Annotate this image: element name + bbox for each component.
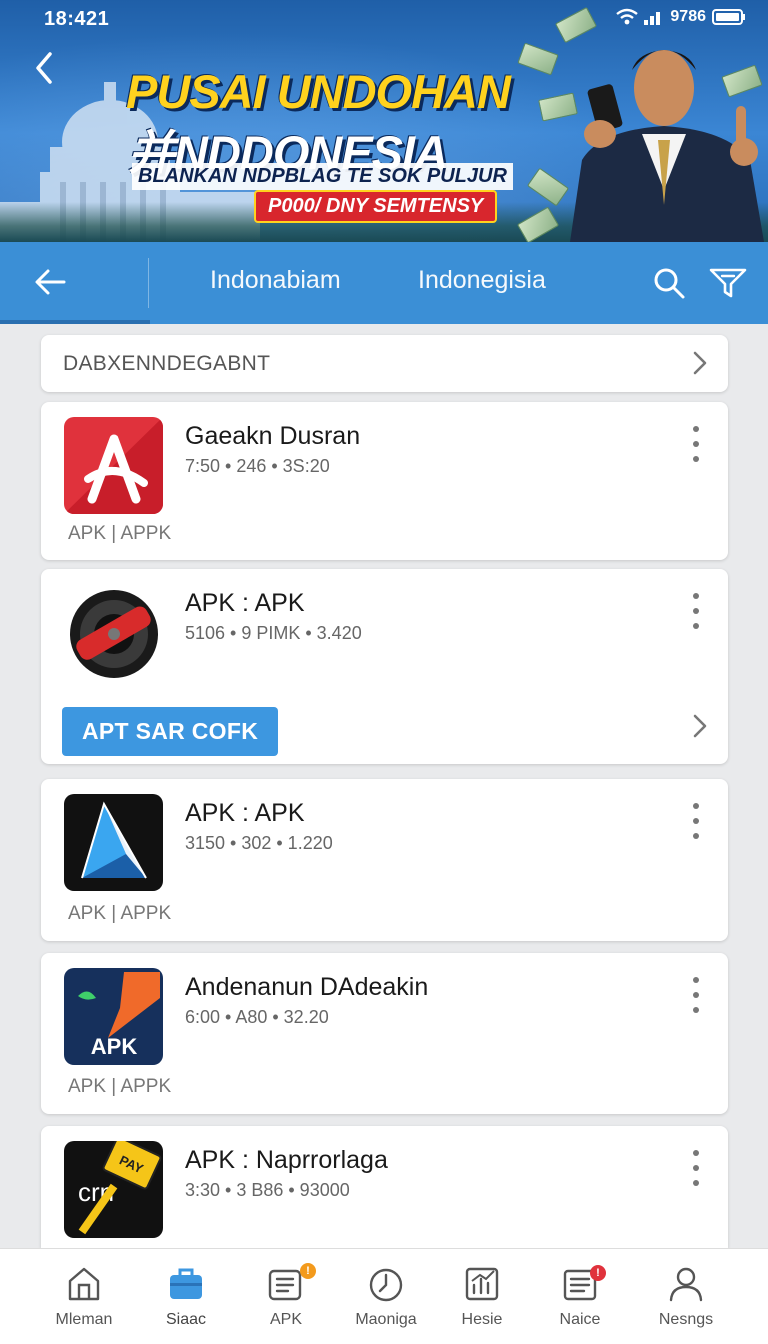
tab-indonabiam[interactable]: Indonabiam bbox=[210, 266, 341, 295]
wifi-icon bbox=[616, 8, 639, 25]
app-name[interactable]: APK : Naprrorlaga bbox=[185, 1146, 388, 1175]
letter-a-icon bbox=[64, 417, 163, 514]
more-options-icon[interactable] bbox=[688, 426, 704, 476]
more-options-icon[interactable] bbox=[688, 1150, 704, 1200]
section-header[interactable]: DABXENNDEGABNT bbox=[41, 335, 728, 392]
section-title: DABXENNDEGABNT bbox=[63, 352, 271, 375]
nav-label: Nesngs bbox=[658, 1311, 714, 1328]
app-bar-divider bbox=[148, 258, 149, 308]
app-meta: 6:00 • A80 • 32.20 bbox=[185, 1007, 329, 1027]
banner-cta-button[interactable]: P000/ DNY SEMTENSY bbox=[254, 190, 498, 223]
apk-bolt-icon: APK bbox=[64, 968, 163, 1065]
back-arrow-icon[interactable] bbox=[30, 262, 70, 302]
app-tag: APK | APPK bbox=[68, 903, 172, 924]
banner-subheadline: BLANKAN NDPBLAG TE SOK PULJUR bbox=[132, 163, 513, 190]
nav-item-siaac[interactable]: Siaac bbox=[136, 1249, 236, 1344]
promoter-man-image bbox=[570, 50, 764, 242]
tab-indonegisia[interactable]: Indonegisia bbox=[418, 266, 546, 295]
app-tag: APK | APPK bbox=[68, 523, 172, 544]
signal-icon bbox=[644, 12, 661, 25]
app-card[interactable]: APK Andenanun DAdeakin 6:00 • A80 • 32.2… bbox=[41, 953, 728, 1114]
app-card[interactable]: APK : APK 3150 • 302 • 1.220 APK | APPK bbox=[41, 779, 728, 941]
notification-badge: ! bbox=[300, 1263, 316, 1279]
app-meta: 5106 • 9 PIMK • 3.420 bbox=[185, 623, 362, 643]
status-icons: 9786 bbox=[616, 8, 746, 26]
nav-label: Hesie bbox=[461, 1311, 503, 1328]
clock-icon bbox=[369, 1268, 403, 1302]
app-action-button[interactable]: APT SAR COFK bbox=[62, 707, 279, 756]
active-tab-indicator bbox=[0, 320, 150, 324]
list-icon bbox=[268, 1269, 302, 1301]
app-card[interactable]: APK : APK 5106 • 9 PIMK • 3.420 APT SAR … bbox=[41, 569, 728, 764]
battery-icon bbox=[712, 9, 745, 25]
banner-back-icon[interactable] bbox=[28, 48, 60, 88]
nav-item-nesngs[interactable]: Nesngs bbox=[636, 1249, 736, 1344]
app-name[interactable]: APK : APK bbox=[185, 589, 305, 618]
nav-label: Maoniga bbox=[355, 1311, 417, 1328]
home-icon bbox=[68, 1267, 100, 1301]
app-name[interactable]: Gaeakn Dusran bbox=[185, 422, 360, 451]
status-time: 18:421 bbox=[44, 8, 110, 30]
app-meta: 3:30 • 3 B86 • 93000 bbox=[185, 1180, 350, 1200]
nav-label: Naice bbox=[559, 1311, 601, 1328]
nav-label: Siaac bbox=[165, 1311, 207, 1328]
app-card[interactable]: Gaeakn Dusran 7:50 • 246 • 3S:20 APK | A… bbox=[41, 402, 728, 560]
nav-item-mleman[interactable]: Mleman bbox=[34, 1249, 134, 1344]
search-icon[interactable] bbox=[652, 266, 686, 300]
nav-item-naice[interactable]: ! Naice bbox=[530, 1249, 630, 1344]
nav-item-apk[interactable]: ! APK bbox=[236, 1249, 336, 1344]
promo-banner[interactable]: 18:421 9786 PUSAI UNDOHAN 并NDDONESIA BLA… bbox=[0, 0, 768, 242]
more-options-icon[interactable] bbox=[688, 977, 704, 1027]
app-meta: 7:50 • 246 • 3S:20 bbox=[185, 456, 330, 476]
notification-badge: ! bbox=[590, 1265, 606, 1281]
more-options-icon[interactable] bbox=[688, 593, 704, 643]
battery-percent: 9786 bbox=[670, 8, 706, 25]
more-options-icon[interactable] bbox=[688, 803, 704, 853]
bottom-navigation: Mleman Siaac ! APK Maoniga Hesie ! Naice… bbox=[0, 1248, 768, 1344]
profile-icon bbox=[669, 1267, 703, 1302]
app-tag: APK | APPK bbox=[68, 1076, 172, 1097]
nav-item-maoniga[interactable]: Maoniga bbox=[336, 1249, 436, 1344]
app-meta: 3150 • 302 • 1.220 bbox=[185, 833, 333, 853]
chevron-right-icon bbox=[693, 351, 707, 375]
nav-item-hesie[interactable]: Hesie bbox=[432, 1249, 532, 1344]
nav-label: Mleman bbox=[55, 1311, 113, 1328]
app-bar: Indonabiam Indonegisia bbox=[0, 242, 768, 324]
apk-icon-text: APK bbox=[91, 1034, 138, 1059]
app-name[interactable]: APK : APK bbox=[185, 799, 305, 828]
arrow-cursor-icon bbox=[64, 794, 163, 891]
app-name[interactable]: Andenanun DAdeakin bbox=[185, 973, 428, 1002]
app-card[interactable]: crn PAY APK : Naprrorlaga 3:30 • 3 B86 •… bbox=[41, 1126, 728, 1248]
chart-icon bbox=[465, 1267, 499, 1301]
nav-label: APK bbox=[269, 1311, 302, 1328]
speaker-icon bbox=[64, 584, 163, 681]
briefcase-icon bbox=[170, 1268, 202, 1299]
banner-headline-1: PUSAI UNDOHAN bbox=[126, 65, 511, 118]
chevron-right-icon[interactable] bbox=[692, 713, 708, 739]
filter-icon[interactable] bbox=[708, 264, 748, 300]
hammer-sign-icon: crn PAY bbox=[64, 1141, 163, 1238]
